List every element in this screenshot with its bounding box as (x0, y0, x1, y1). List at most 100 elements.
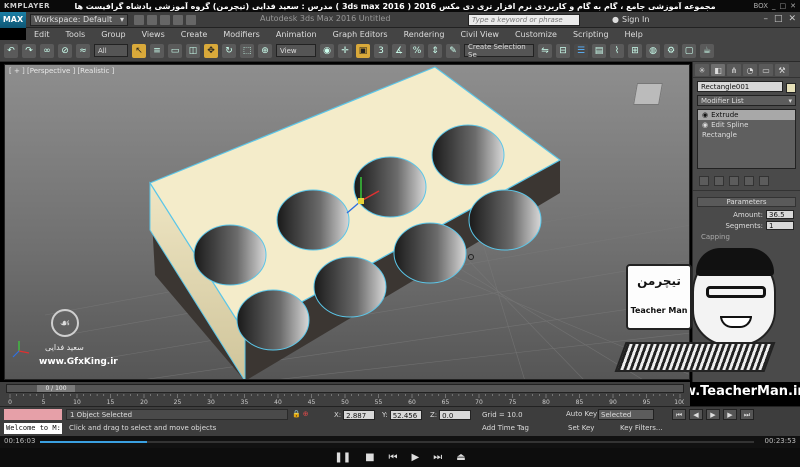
go-to-end-icon[interactable]: ⏭ (740, 409, 754, 420)
menu-scripting[interactable]: Scripting (565, 30, 617, 39)
layer-explorer-icon[interactable]: ☰ (574, 43, 588, 58)
lightbulb-icon[interactable]: ◉ (702, 111, 708, 119)
time-slider-thumb[interactable]: 0 / 100 (37, 385, 75, 392)
select-and-rotate-icon[interactable]: ↻ (222, 43, 236, 58)
menu-views[interactable]: Views (134, 30, 173, 39)
save-file-icon[interactable] (160, 14, 170, 25)
new-file-icon[interactable] (134, 14, 144, 25)
max-logo-button[interactable]: MAX (0, 11, 26, 28)
align-icon[interactable]: ⊟ (556, 43, 570, 58)
pin-stack-icon[interactable] (699, 176, 709, 186)
object-color-swatch[interactable] (786, 83, 796, 93)
bind-space-warp-icon[interactable]: ≈ (76, 43, 90, 58)
hierarchy-tab-icon[interactable]: ⋔ (727, 64, 741, 76)
workspace-dropdown[interactable]: Workspace: Default ▾ (30, 13, 128, 26)
rectangular-selection-icon[interactable]: ▭ (168, 43, 182, 58)
menu-group[interactable]: Group (93, 30, 133, 39)
sign-in-button[interactable]: ● Sign In (612, 15, 649, 24)
amount-spinner[interactable]: 36.5 (766, 210, 794, 219)
named-selection-set-dropdown[interactable]: Create Selection Se (464, 43, 534, 59)
display-tab-icon[interactable]: ▭ (759, 64, 773, 76)
parameters-rollout[interactable]: Parameters (697, 197, 796, 207)
modify-tab-icon[interactable]: ◧ (711, 64, 725, 76)
key-selection-dropdown[interactable]: Selected (598, 409, 654, 420)
object-name-field[interactable]: Rectangle001 (697, 81, 783, 92)
create-tab-icon[interactable]: ✳ (695, 64, 709, 76)
unlink-icon[interactable]: ⊘ (58, 43, 72, 58)
eject-icon[interactable]: ⏏ (456, 452, 465, 463)
player-window-controls[interactable]: BOX _ □ ✕ (730, 2, 800, 10)
window-crossing-icon[interactable]: ◫ (186, 43, 200, 58)
manipulate-icon[interactable]: ✛ (338, 43, 352, 58)
maximize-icon[interactable]: □ (774, 14, 783, 24)
minimize-icon[interactable]: _ (772, 2, 776, 10)
configure-modifier-sets-icon[interactable] (759, 176, 769, 186)
absolute-mode-icon[interactable]: ⊕ (303, 410, 309, 418)
previous-frame-icon[interactable]: ◀ (689, 409, 703, 420)
play-icon[interactable]: ▶ (412, 452, 420, 463)
spinner-snap-icon[interactable]: ⇕ (428, 43, 442, 58)
curve-editor-icon[interactable]: ⌇ (610, 43, 624, 58)
pivot-center-icon[interactable]: ◉ (320, 43, 334, 58)
menu-tools[interactable]: Tools (58, 30, 94, 39)
render-setup-icon[interactable]: ⚙ (664, 43, 678, 58)
lock-selection[interactable]: 🔒 ⊕ (292, 410, 309, 418)
maxscript-listener[interactable]: Welcome to M: (4, 423, 62, 434)
show-end-result-icon[interactable] (714, 176, 724, 186)
maximize-icon[interactable]: □ (780, 2, 787, 10)
set-key-button[interactable]: Set Key (568, 424, 594, 432)
close-icon[interactable]: ✕ (788, 14, 796, 24)
maxscript-listener-pink[interactable] (4, 409, 62, 420)
lightbulb-icon[interactable]: ◉ (702, 121, 708, 129)
perspective-viewport[interactable]: [ + ] [Perspective ] [Realistic ] ☙ سعید… (4, 64, 690, 380)
reference-coordinate-dropdown[interactable]: View (276, 44, 316, 57)
select-and-scale-icon[interactable]: ⬚ (240, 43, 254, 58)
select-and-place-icon[interactable]: ⊕ (258, 43, 272, 58)
menu-edit[interactable]: Edit (26, 30, 58, 39)
menu-create[interactable]: Create (173, 30, 216, 39)
redo-icon[interactable] (186, 14, 196, 25)
select-object-icon[interactable]: ↖ (132, 43, 146, 58)
y-field[interactable]: 52.456 (389, 410, 422, 420)
menu-civil-view[interactable]: Civil View (452, 30, 507, 39)
rendered-frame-window-icon[interactable]: ▢ (682, 43, 696, 58)
schematic-view-icon[interactable]: ⊞ (628, 43, 642, 58)
segments-spinner[interactable]: 1 (766, 221, 794, 230)
add-time-tag[interactable]: Add Time Tag (482, 424, 529, 432)
menu-modifiers[interactable]: Modifiers (215, 30, 268, 39)
viewport-label[interactable]: [ + ] [Perspective ] [Realistic ] (9, 67, 114, 75)
pause-icon[interactable]: ❚❚ (334, 452, 351, 463)
stack-item-edit-spline[interactable]: ◉ Edit Spline (698, 120, 795, 130)
menu-graph-editors[interactable]: Graph Editors (325, 30, 396, 39)
key-filters-button[interactable]: Key Filters... (620, 424, 663, 432)
z-field[interactable]: 0.0 (439, 410, 472, 420)
seek-track[interactable] (40, 441, 754, 443)
remove-modifier-icon[interactable] (744, 176, 754, 186)
ribbon-icon[interactable]: ▤ (592, 43, 606, 58)
player-box-label[interactable]: BOX (753, 2, 768, 10)
snaps-toggle-icon[interactable]: 3 (374, 43, 388, 58)
minimize-icon[interactable]: – (763, 14, 768, 24)
utilities-tab-icon[interactable]: ⚒ (775, 64, 789, 76)
mirror-icon[interactable]: ⇋ (538, 43, 552, 58)
lock-icon[interactable]: 🔒 (292, 410, 301, 418)
auto-key-button[interactable]: Auto Key (566, 410, 597, 418)
next-frame-icon[interactable]: ▶ (723, 409, 737, 420)
redo-icon[interactable]: ↷ (22, 43, 36, 58)
previous-icon[interactable]: ⏮ (389, 452, 398, 463)
make-unique-icon[interactable] (729, 176, 739, 186)
selection-filter-dropdown[interactable]: All (94, 44, 128, 57)
track-bar[interactable]: 0 5 10 15 20 25 30 35 40 45 50 55 60 65 70 75 80 85 90 95 10… (6, 394, 684, 405)
menu-help[interactable]: Help (617, 30, 651, 39)
angle-snap-icon[interactable]: ∡ (392, 43, 406, 58)
play-icon[interactable]: ▶ (706, 409, 720, 420)
undo-icon[interactable] (173, 14, 183, 25)
viewcube[interactable] (633, 83, 663, 105)
menu-animation[interactable]: Animation (268, 30, 325, 39)
x-field[interactable]: 2.887 (343, 410, 376, 420)
edit-named-selection-icon[interactable]: ✎ (446, 43, 460, 58)
material-editor-icon[interactable]: ◍ (646, 43, 660, 58)
go-to-start-icon[interactable]: ⏮ (672, 409, 686, 420)
search-input[interactable]: Type a keyword or phrase (468, 14, 580, 26)
stack-item-extrude[interactable]: ◉ Extrude (698, 110, 795, 120)
